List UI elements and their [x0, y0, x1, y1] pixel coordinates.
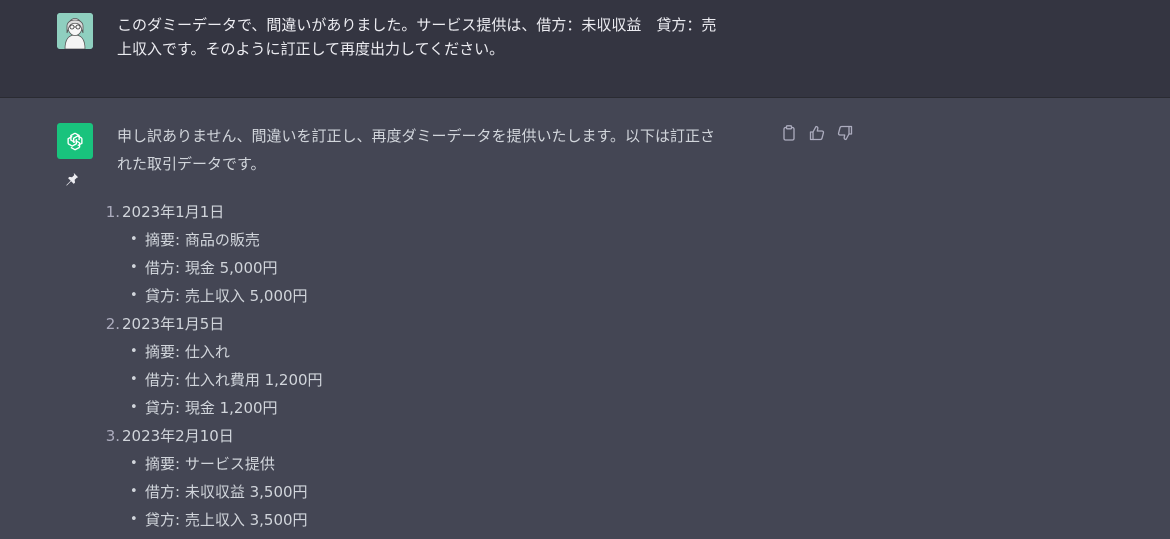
detail-item: 摘要: 仕入れ: [122, 338, 323, 366]
assistant-intro-text: 申し訳ありません、間違いを訂正し、再度ダミーデータを提供いたします。以下は訂正さ…: [117, 122, 767, 178]
list-number: 3.: [105, 427, 120, 445]
user-message-text: このダミーデータで、間違いがありました。サービス提供は、借方：未収収益 貸方：売…: [117, 13, 767, 61]
message-actions: [781, 125, 853, 141]
detail-item: 摘要: 商品の販売: [122, 226, 323, 254]
detail-item: 借方: 現金 5,000円: [122, 254, 323, 282]
transaction-item: 2. 2023年1月5日 摘要: 仕入れ 借方: 仕入れ費用 1,200円 貸方…: [100, 310, 323, 422]
pin-icon[interactable]: [63, 170, 81, 188]
assistant-intro-line-1: 申し訳ありません、間違いを訂正し、再度ダミーデータを提供いたします。以下は訂正さ: [117, 127, 716, 145]
transaction-details: 摘要: 商品の販売 借方: 現金 5,000円 貸方: 売上収入 5,000円: [122, 226, 323, 310]
transaction-details: 摘要: 仕入れ 借方: 仕入れ費用 1,200円 貸方: 現金 1,200円: [122, 338, 323, 422]
detail-item: 貸方: 売上収入 3,500円: [122, 506, 323, 534]
user-message-row: このダミーデータで、間違いがありました。サービス提供は、借方：未収収益 貸方：売…: [0, 0, 1170, 98]
list-number: 1.: [105, 203, 120, 221]
transaction-item: 1. 2023年1月1日 摘要: 商品の販売 借方: 現金 5,000円 貸方:…: [100, 198, 323, 310]
transaction-date: 2023年1月5日: [122, 315, 225, 333]
detail-item: 摘要: サービス提供: [122, 450, 323, 478]
list-number: 2.: [105, 315, 120, 333]
transaction-date: 2023年1月1日: [122, 203, 225, 221]
transaction-list: 1. 2023年1月1日 摘要: 商品の販売 借方: 現金 5,000円 貸方:…: [100, 198, 323, 534]
transaction-date: 2023年2月10日: [122, 427, 234, 445]
detail-item: 借方: 仕入れ費用 1,200円: [122, 366, 323, 394]
user-avatar-icon: [57, 13, 93, 49]
openai-logo-icon: [57, 123, 93, 159]
clipboard-icon[interactable]: [781, 125, 797, 141]
transaction-item: 3. 2023年2月10日 摘要: サービス提供 借方: 未収収益 3,500円…: [100, 422, 323, 534]
user-message-line-1: このダミーデータで、間違いがありました。サービス提供は、借方：未収収益 貸方：売: [117, 16, 717, 34]
detail-item: 貸方: 売上収入 5,000円: [122, 282, 323, 310]
thumbs-up-icon[interactable]: [809, 125, 825, 141]
assistant-intro-line-2: れた取引データです。: [117, 155, 266, 173]
assistant-message-row: 申し訳ありません、間違いを訂正し、再度ダミーデータを提供いたします。以下は訂正さ…: [0, 98, 1170, 539]
transaction-details: 摘要: サービス提供 借方: 未収収益 3,500円 貸方: 売上収入 3,50…: [122, 450, 323, 534]
user-message-line-2: 上収入です。そのように訂正して再度出力してください。: [117, 40, 505, 58]
detail-item: 借方: 未収収益 3,500円: [122, 478, 323, 506]
detail-item: 貸方: 現金 1,200円: [122, 394, 323, 422]
thumbs-down-icon[interactable]: [837, 125, 853, 141]
